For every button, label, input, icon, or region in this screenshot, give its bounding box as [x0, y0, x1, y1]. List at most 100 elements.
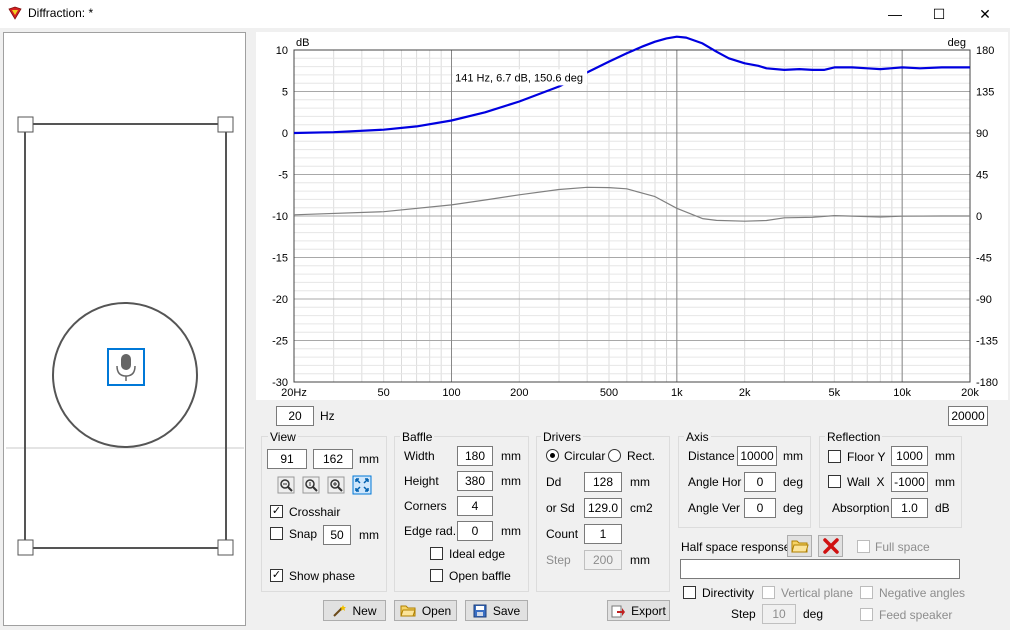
freq-max-input[interactable]: 20000	[948, 406, 988, 426]
angle-ver-unit: deg	[783, 501, 804, 515]
close-icon: ✕	[979, 5, 991, 22]
close-button[interactable]: ✕	[962, 0, 1008, 28]
directivity-step-label: Step	[731, 607, 756, 621]
circular-radio[interactable]	[546, 449, 559, 462]
rect-label: Rect.	[627, 449, 656, 463]
baffle-handle-bottom-right[interactable]	[217, 539, 234, 556]
zoom-out-button[interactable]	[276, 475, 296, 495]
open-button[interactable]: Open	[394, 600, 457, 621]
floor-checkbox[interactable]	[828, 450, 841, 463]
vertical-plane-label: Vertical plane	[781, 586, 854, 600]
ideal-edge-checkbox[interactable]	[430, 547, 443, 560]
baffle-handle-bottom-left[interactable]	[17, 539, 34, 556]
baffle-handle-top-left[interactable]	[17, 116, 34, 133]
export-button[interactable]: Export	[607, 600, 670, 621]
open-baffle-checkbox[interactable]	[430, 569, 443, 582]
absorption-unit: dB	[935, 501, 950, 515]
view-y-input[interactable]: 162	[313, 449, 353, 469]
full-space-checkbox[interactable]	[857, 540, 870, 553]
view-group-title: View	[268, 430, 298, 444]
half-space-delete-button[interactable]	[818, 535, 843, 557]
left-tick-label: -20	[272, 294, 288, 306]
save-label: Save	[492, 603, 521, 618]
width-input[interactable]: 180	[457, 446, 493, 466]
half-space-path-input[interactable]	[680, 559, 960, 579]
wall-unit: mm	[935, 475, 955, 489]
right-axis-unit: deg	[948, 37, 966, 49]
open-label: Open	[421, 603, 452, 618]
corners-label: Corners	[404, 499, 447, 513]
angle-hor-label: Angle Hor	[688, 475, 742, 489]
absorption-input[interactable]: 1.0	[891, 498, 928, 518]
sd-input[interactable]: 129.0	[584, 498, 622, 518]
angle-ver-input[interactable]: 0	[744, 498, 776, 518]
title-bar: Diffraction: * — ☐ ✕	[0, 0, 1010, 28]
zoom-actual-button[interactable]	[301, 475, 321, 495]
count-input[interactable]: 1	[584, 524, 622, 544]
crosshair-checkbox[interactable]: ✓	[270, 505, 283, 518]
view-x-input[interactable]: 91	[267, 449, 307, 469]
open-baffle-label: Open baffle	[449, 569, 511, 583]
save-button[interactable]: Save	[465, 600, 528, 621]
feed-speaker-checkbox[interactable]	[860, 608, 873, 621]
rect-radio[interactable]	[608, 449, 621, 462]
baffle-handle-top-right[interactable]	[217, 116, 234, 133]
export-label: Export	[631, 603, 666, 618]
maximize-button[interactable]: ☐	[916, 0, 962, 28]
left-tick-label: -25	[272, 336, 288, 348]
export-arrow-icon	[611, 605, 626, 617]
floppy-disk-icon	[473, 604, 487, 617]
directivity-step-input[interactable]: 10	[762, 604, 796, 624]
show-phase-checkbox[interactable]: ✓	[270, 569, 283, 582]
count-label: Count	[546, 527, 579, 541]
width-unit: mm	[501, 449, 521, 463]
dd-unit: mm	[630, 475, 650, 489]
baffle-group-title: Baffle	[400, 430, 435, 444]
zoom-fit-button[interactable]	[352, 475, 372, 495]
left-tick-label: 0	[282, 128, 288, 140]
zoom-in-button[interactable]	[326, 475, 346, 495]
right-tick-label: -45	[976, 253, 992, 265]
snap-checkbox[interactable]	[270, 527, 283, 540]
x-tick-label: 500	[600, 387, 618, 399]
vertical-plane-checkbox[interactable]	[762, 586, 775, 599]
height-input[interactable]: 380	[457, 471, 493, 491]
baffle-preview[interactable]	[3, 32, 246, 626]
snap-input[interactable]: 50	[323, 525, 351, 545]
negative-angles-checkbox[interactable]	[860, 586, 873, 599]
width-label: Width	[404, 449, 435, 463]
dd-label: Dd	[546, 475, 562, 489]
angle-ver-label: Angle Ver	[688, 501, 741, 515]
x-tick-label: 50	[378, 387, 390, 399]
frequency-response-chart[interactable]: dB deg 10 5 0 -5 -10 -15 -20 -25 -30 180 135 90 45 0 -45…	[256, 32, 1008, 400]
x-tick-label: 20k	[961, 387, 979, 399]
folder-open-icon	[790, 540, 809, 553]
zoom-fit-icon	[352, 475, 372, 495]
minimize-button[interactable]: —	[872, 0, 918, 28]
sd-unit: cm2	[630, 501, 653, 515]
driver-step-input[interactable]: 200	[584, 550, 622, 570]
half-space-open-button[interactable]	[787, 535, 812, 557]
sd-label: or Sd	[546, 501, 575, 515]
distance-unit: mm	[783, 449, 803, 463]
floor-input[interactable]: 1000	[891, 446, 928, 466]
crosshair-label: Crosshair	[289, 505, 341, 519]
delete-x-icon	[822, 538, 839, 554]
directivity-checkbox[interactable]	[683, 586, 696, 599]
edge-radius-input[interactable]: 0	[457, 521, 493, 541]
baffle-drawing	[6, 116, 244, 556]
microphone-icon[interactable]	[107, 348, 145, 386]
corners-input[interactable]: 4	[457, 496, 493, 516]
right-tick-label: -135	[976, 336, 998, 348]
angle-hor-input[interactable]: 0	[744, 472, 776, 492]
wall-input[interactable]: -1000	[891, 472, 928, 492]
new-button[interactable]: New	[323, 600, 386, 621]
distance-input[interactable]: 10000	[737, 446, 777, 466]
window-title: Diffraction: *	[28, 6, 94, 20]
wall-checkbox[interactable]	[828, 475, 841, 488]
magnitude-series-line	[293, 35, 970, 135]
floor-label: Floor Y	[847, 450, 886, 464]
freq-min-input[interactable]: 20	[276, 406, 314, 426]
dd-input[interactable]: 128	[584, 472, 622, 492]
drivers-group-title: Drivers	[541, 430, 583, 444]
